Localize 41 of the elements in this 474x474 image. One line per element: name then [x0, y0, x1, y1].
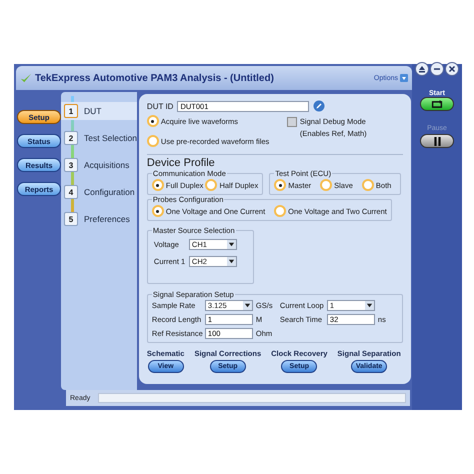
radio-button[interactable]: [320, 179, 332, 191]
radio-button[interactable]: [146, 115, 159, 127]
radio-button[interactable]: [274, 205, 286, 217]
radio-button[interactable]: [362, 179, 374, 191]
step-label: Preferences: [84, 214, 130, 224]
step-label: Configuration: [84, 187, 135, 197]
step-item[interactable]: 3 Acquisitions: [61, 156, 137, 174]
radio-button[interactable]: [205, 179, 218, 191]
pause-button[interactable]: [420, 134, 454, 148]
refresh-icon: [430, 100, 444, 108]
checkbox[interactable]: [286, 117, 297, 127]
step-number: 2: [64, 131, 78, 145]
edit-icon[interactable]: [313, 100, 326, 112]
step-number: 4: [64, 185, 78, 199]
section-heading: Device Profile: [146, 157, 215, 169]
step-item[interactable]: 1 DUT: [61, 102, 137, 120]
step-item[interactable]: 2 Test Selection: [61, 129, 137, 147]
radio-button[interactable]: [146, 135, 159, 147]
field-label: DUT ID: [146, 102, 174, 110]
step-number: 1: [64, 104, 78, 118]
dropdown-icon: [366, 302, 373, 309]
step-number: 3: [64, 158, 78, 172]
dropdown-icon: [400, 74, 408, 82]
radio-button[interactable]: [274, 179, 286, 191]
step-label: DUT: [84, 106, 102, 116]
dropdown-icon: [228, 258, 235, 265]
step-label: Acquisitions: [84, 160, 130, 170]
minimize-icon[interactable]: [430, 62, 444, 76]
checkmark-logo-icon: [20, 72, 32, 84]
window-title: TekExpress Automotive PAM3 Analysis - (Untitled): [35, 72, 274, 84]
step-item[interactable]: 5 Preferences: [61, 210, 137, 228]
step-number: 5: [64, 212, 78, 226]
start-button[interactable]: [420, 97, 454, 111]
pause-icon: [432, 136, 442, 146]
step-item[interactable]: 4 Configuration: [61, 183, 137, 201]
dropdown-icon: [228, 241, 235, 248]
radio-button[interactable]: [152, 205, 164, 217]
step-label: Test Selection: [84, 133, 137, 143]
dropdown-icon: [244, 302, 251, 309]
close-icon[interactable]: [445, 62, 459, 76]
radio-button[interactable]: [152, 179, 164, 191]
